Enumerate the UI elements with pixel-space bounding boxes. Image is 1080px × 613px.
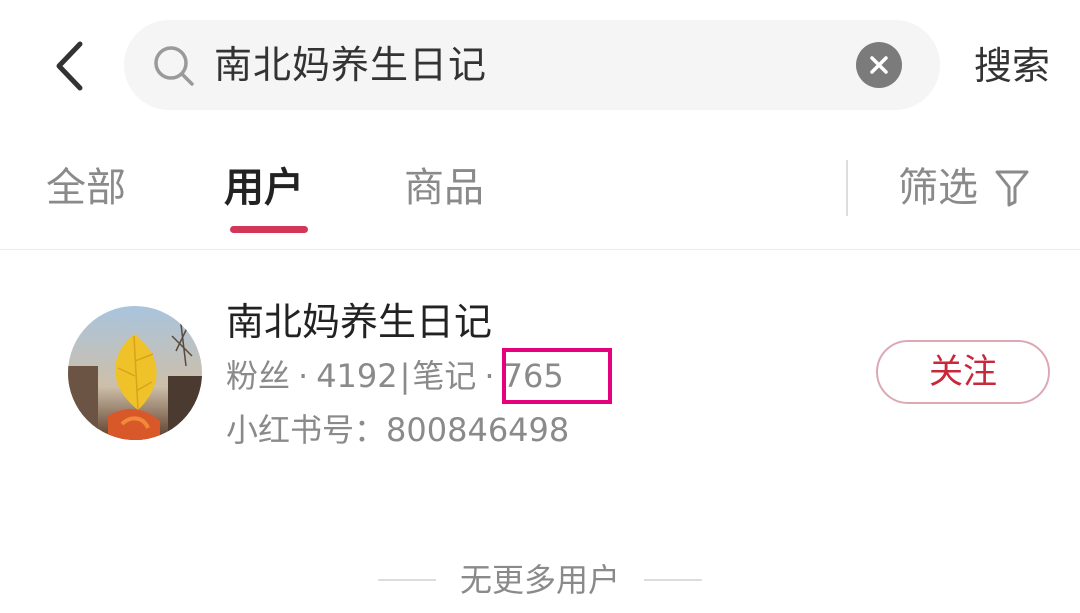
tab-divider — [846, 160, 848, 216]
divider-line — [377, 579, 436, 581]
notes-label: 笔记 — [412, 357, 477, 395]
no-more-label: 无更多用户 — [459, 561, 620, 599]
search-input[interactable]: 南北妈养生日记 — [214, 38, 487, 92]
back-arrow-icon — [56, 41, 83, 91]
follow-button[interactable]: 关注 — [876, 340, 1050, 404]
separator-dot: · — [298, 357, 309, 395]
red-id-label: 小红书号： — [226, 411, 387, 449]
tab-users[interactable]: 用户 — [224, 160, 304, 216]
search-results-page: 南北妈养生日记 搜索 全部 用户 商品 筛选 南北妈养生日记 粉丝 · 4192… — [0, 0, 1080, 613]
fans-label: 粉丝 — [226, 357, 291, 395]
back-button[interactable] — [44, 36, 94, 96]
divider-line — [644, 579, 702, 581]
red-id-row: 小红书号：800846498 — [226, 408, 569, 452]
search-button[interactable]: 搜索 — [974, 40, 1050, 92]
filter-icon — [995, 170, 1029, 207]
fans-count: 4192 — [316, 357, 398, 395]
user-name[interactable]: 南北妈养生日记 — [226, 296, 492, 348]
no-more-users-indicator: 无更多用户 — [0, 558, 1080, 602]
active-tab-indicator — [230, 226, 308, 233]
avatar[interactable] — [68, 306, 202, 440]
tab-goods[interactable]: 商品 — [404, 160, 484, 216]
clear-icon — [870, 56, 888, 74]
divider — [0, 249, 1080, 250]
clear-search-button[interactable] — [856, 42, 902, 88]
highlight-box — [502, 348, 612, 404]
red-id-value: 800846498 — [386, 411, 570, 449]
separator-bar: | — [399, 357, 411, 395]
filter-label: 筛选 — [898, 165, 978, 211]
search-icon — [154, 46, 194, 86]
filter-button[interactable]: 筛选 — [898, 160, 1030, 216]
separator-dot: · — [484, 357, 495, 395]
leaf-avatar-image — [68, 306, 202, 440]
tab-all[interactable]: 全部 — [46, 160, 126, 216]
search-bar[interactable]: 南北妈养生日记 — [124, 20, 940, 110]
